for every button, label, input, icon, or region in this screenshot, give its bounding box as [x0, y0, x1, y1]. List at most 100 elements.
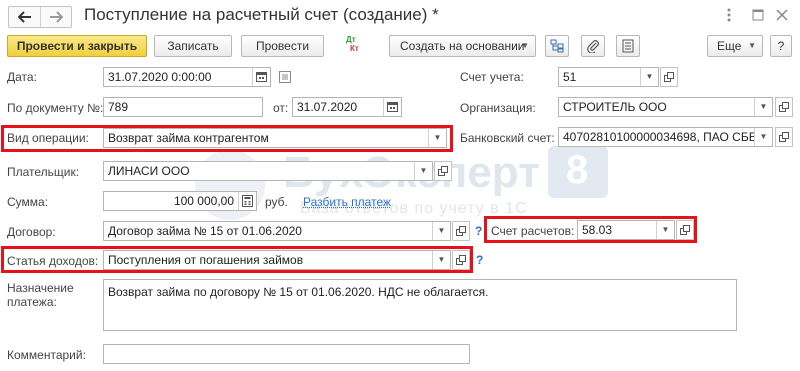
purpose-textarea[interactable]: Возврат займа по договору № 15 от 01.06.…: [103, 279, 737, 331]
chevron-down-icon[interactable]: ▼: [656, 221, 674, 239]
split-payment-link[interactable]: Разбить платеж: [303, 195, 391, 209]
from-date-value: 31.07.2020: [297, 100, 358, 114]
payer-label: Плательщик:: [7, 165, 80, 179]
income-item-label: Статья доходов:: [7, 254, 99, 268]
window-title: Поступление на расчетный счет (создание)…: [84, 5, 439, 24]
open-icon: [664, 72, 674, 82]
operation-label: Вид операции:: [7, 131, 89, 145]
purpose-label-line1: Назначение: [7, 281, 74, 295]
chevron-down-icon[interactable]: ▼: [754, 98, 772, 116]
contract-help-icon[interactable]: ?: [475, 224, 482, 238]
comment-label: Комментарий:: [7, 348, 86, 362]
income-item-open-button[interactable]: [452, 250, 470, 270]
organization-field[interactable]: СТРОИТЕЛЬ ООО ▼: [558, 97, 773, 117]
sum-value: 100 000,00: [173, 194, 234, 208]
calendar-icon: [387, 102, 398, 112]
operation-value: Возврат займа контрагентом: [108, 131, 269, 145]
chevron-down-icon: ▼: [748, 41, 756, 50]
date-label: Дата:: [7, 70, 37, 84]
account-open-button[interactable]: [660, 67, 678, 87]
more-vertical-icon[interactable]: [727, 8, 733, 22]
open-icon: [779, 132, 789, 142]
arrow-right-icon: [50, 11, 63, 23]
post-button[interactable]: Провести: [241, 35, 324, 57]
account-label: Счет учета:: [460, 70, 524, 84]
account-value: 51: [563, 70, 577, 84]
open-icon: [438, 166, 448, 176]
paperclip-icon: [587, 40, 599, 53]
calculator-button[interactable]: [238, 192, 256, 210]
calculator-icon: [242, 195, 253, 207]
purpose-label-line2: платежа:: [7, 295, 57, 309]
chevron-down-icon: ▼: [521, 41, 529, 50]
from-date-field[interactable]: 31.07.2020: [292, 97, 402, 117]
help-button[interactable]: ?: [770, 35, 792, 57]
calendar-icon: [256, 72, 267, 82]
currency-label: руб.: [265, 195, 288, 209]
contract-open-button[interactable]: [452, 221, 470, 241]
bank-account-field[interactable]: 40702810100000034698, ПАО СБЕР ▼: [558, 127, 773, 147]
nav-buttons: [8, 6, 72, 28]
sum-field[interactable]: 100 000,00: [103, 191, 257, 211]
settlement-field[interactable]: 58.03 ▼: [577, 220, 675, 240]
more-label: Еще: [717, 39, 742, 53]
income-item-field[interactable]: Поступления от погашения займов ▼: [103, 250, 451, 270]
kt-icon-label: Кт: [350, 44, 359, 53]
date-value: 31.07.2020 0:00:00: [108, 70, 212, 84]
contract-value: Договор займа № 15 от 01.06.2020: [108, 224, 302, 238]
save-button[interactable]: Записать: [154, 35, 232, 57]
attach-button[interactable]: [581, 35, 605, 57]
arrow-left-icon: [18, 11, 31, 23]
from-label: от:: [273, 101, 289, 115]
watermark-number-text: 8: [566, 148, 589, 192]
settlement-open-button[interactable]: [676, 220, 694, 240]
account-field[interactable]: 51 ▼: [558, 67, 659, 87]
comment-field[interactable]: [103, 344, 470, 364]
chevron-down-icon[interactable]: ▼: [428, 129, 446, 147]
dt-kt-button[interactable]: Дт Кт: [332, 35, 372, 57]
close-icon[interactable]: [776, 9, 788, 24]
payer-field[interactable]: ЛИНАСИ ООО ▼: [103, 161, 433, 181]
create-based-on-button[interactable]: Создать на основании ▼: [389, 35, 536, 57]
payer-open-button[interactable]: [434, 161, 452, 181]
doc-number-field[interactable]: 789: [103, 97, 263, 117]
calendar-button[interactable]: [383, 98, 401, 116]
chevron-down-icon[interactable]: ▼: [640, 68, 658, 86]
doc-number-label: По документу №:: [7, 101, 104, 115]
bank-account-open-button[interactable]: [775, 127, 793, 147]
hierarchy-icon: [550, 39, 564, 53]
payer-value: ЛИНАСИ ООО: [108, 164, 190, 178]
organization-label: Организация:: [460, 101, 536, 115]
open-icon: [456, 226, 466, 236]
operation-field[interactable]: Возврат займа контрагентом ▼: [103, 128, 447, 148]
bank-account-label: Банковский счет:: [460, 131, 555, 145]
chevron-down-icon[interactable]: ▼: [754, 128, 772, 146]
history-icon[interactable]: [279, 71, 291, 86]
contract-label: Договор:: [7, 225, 56, 239]
open-icon: [779, 102, 789, 112]
calendar-button[interactable]: [252, 68, 270, 86]
settlement-value: 58.03: [582, 223, 613, 237]
forward-button[interactable]: [41, 7, 71, 27]
income-item-help-icon[interactable]: ?: [476, 253, 483, 267]
date-field[interactable]: 31.07.2020 0:00:00: [103, 67, 271, 87]
chevron-down-icon[interactable]: ▼: [432, 222, 450, 240]
document-list-icon: [622, 39, 634, 53]
back-button[interactable]: [9, 7, 41, 27]
structure-button[interactable]: [545, 35, 569, 57]
organization-open-button[interactable]: [775, 97, 793, 117]
income-item-value: Поступления от погашения займов: [108, 253, 304, 267]
more-button[interactable]: Еще ▼: [707, 35, 763, 57]
open-icon: [456, 255, 466, 265]
create-based-on-label: Создать на основании: [400, 39, 525, 53]
post-and-close-button[interactable]: Провести и закрыть: [7, 35, 147, 57]
report-button[interactable]: [616, 35, 640, 57]
sum-label: Сумма:: [7, 195, 49, 209]
maximize-icon[interactable]: [752, 9, 764, 24]
contract-field[interactable]: Договор займа № 15 от 01.06.2020 ▼: [103, 221, 451, 241]
chevron-down-icon[interactable]: ▼: [414, 162, 432, 180]
chevron-down-icon[interactable]: ▼: [432, 251, 450, 269]
bank-account-value: 40702810100000034698, ПАО СБЕР: [563, 130, 765, 144]
settlement-label: Счет расчетов:: [491, 224, 575, 238]
organization-value: СТРОИТЕЛЬ ООО: [563, 100, 667, 114]
